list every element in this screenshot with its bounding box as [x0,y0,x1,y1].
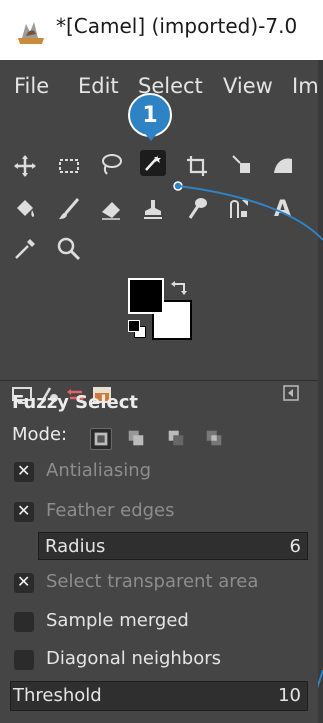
clone-stamp-icon[interactable] [140,196,166,222]
mode-add-icon[interactable] [126,428,148,450]
paintbrush-icon[interactable] [56,196,82,222]
threshold-label: Threshold [13,685,102,706]
bucket-fill-icon[interactable] [12,196,38,222]
antialiasing-label: Antialiasing [46,460,152,481]
callout-pointer [143,131,159,141]
sample-merged-label: Sample merged [46,610,189,631]
paths-tool-icon[interactable] [226,196,252,222]
text-tool-icon[interactable]: A [270,194,296,220]
radius-slider[interactable]: Radius 6 [38,532,308,560]
foreground-color-swatch[interactable] [128,278,164,314]
diagonal-neighbors-label: Diagonal neighbors [46,648,222,669]
svg-text:A: A [274,197,291,220]
gimp-app-icon [18,22,44,44]
dock-menu-icon[interactable] [283,385,299,401]
diagonal-neighbors-checkbox[interactable] [14,650,34,670]
radius-label: Radius [45,536,106,557]
crop-tool-icon[interactable] [184,153,210,179]
move-tool-icon[interactable] [12,153,38,179]
swap-colors-icon[interactable] [170,278,190,296]
color-picker-icon[interactable] [12,236,38,262]
smudge-tool-icon[interactable] [184,196,210,222]
sample-merged-checkbox[interactable] [14,612,34,632]
mode-intersect-icon[interactable] [204,428,226,450]
lasso-select-icon[interactable] [98,151,124,177]
radius-value: 6 [289,536,301,557]
mode-replace-icon[interactable] [90,428,112,450]
menu-view[interactable]: View [223,74,273,98]
canvas-edge [318,60,323,723]
mode-subtract-icon[interactable] [166,428,188,450]
tool-options-title: Fuzzy Select [12,392,138,413]
threshold-value: 10 [278,685,301,706]
antialiasing-checkbox[interactable] [14,461,34,482]
default-colors-fg-icon[interactable] [128,320,140,332]
mode-label: Mode: [12,424,68,445]
feather-edges-label: Feather edges [46,500,175,521]
threshold-slider[interactable]: Threshold 10 [10,681,308,711]
menu-edit[interactable]: Edit [78,74,119,98]
fuzzy-select-icon[interactable] [140,150,166,176]
rectangle-select-icon[interactable] [56,153,82,179]
window-title: *[Camel] (imported)-7.0 [56,14,298,38]
tool-options-panel [0,410,318,723]
unified-transform-icon[interactable] [228,151,254,177]
select-transparent-label: Select transparent area [46,571,259,592]
feather-edges-checkbox[interactable] [14,501,34,522]
zoom-tool-icon[interactable] [56,236,82,262]
eraser-icon[interactable] [98,196,124,222]
warp-transform-icon[interactable] [270,151,296,177]
select-transparent-checkbox[interactable] [14,572,34,593]
menu-file[interactable]: File [14,74,49,98]
window-titlebar: *[Camel] (imported)-7.0 [0,0,323,60]
